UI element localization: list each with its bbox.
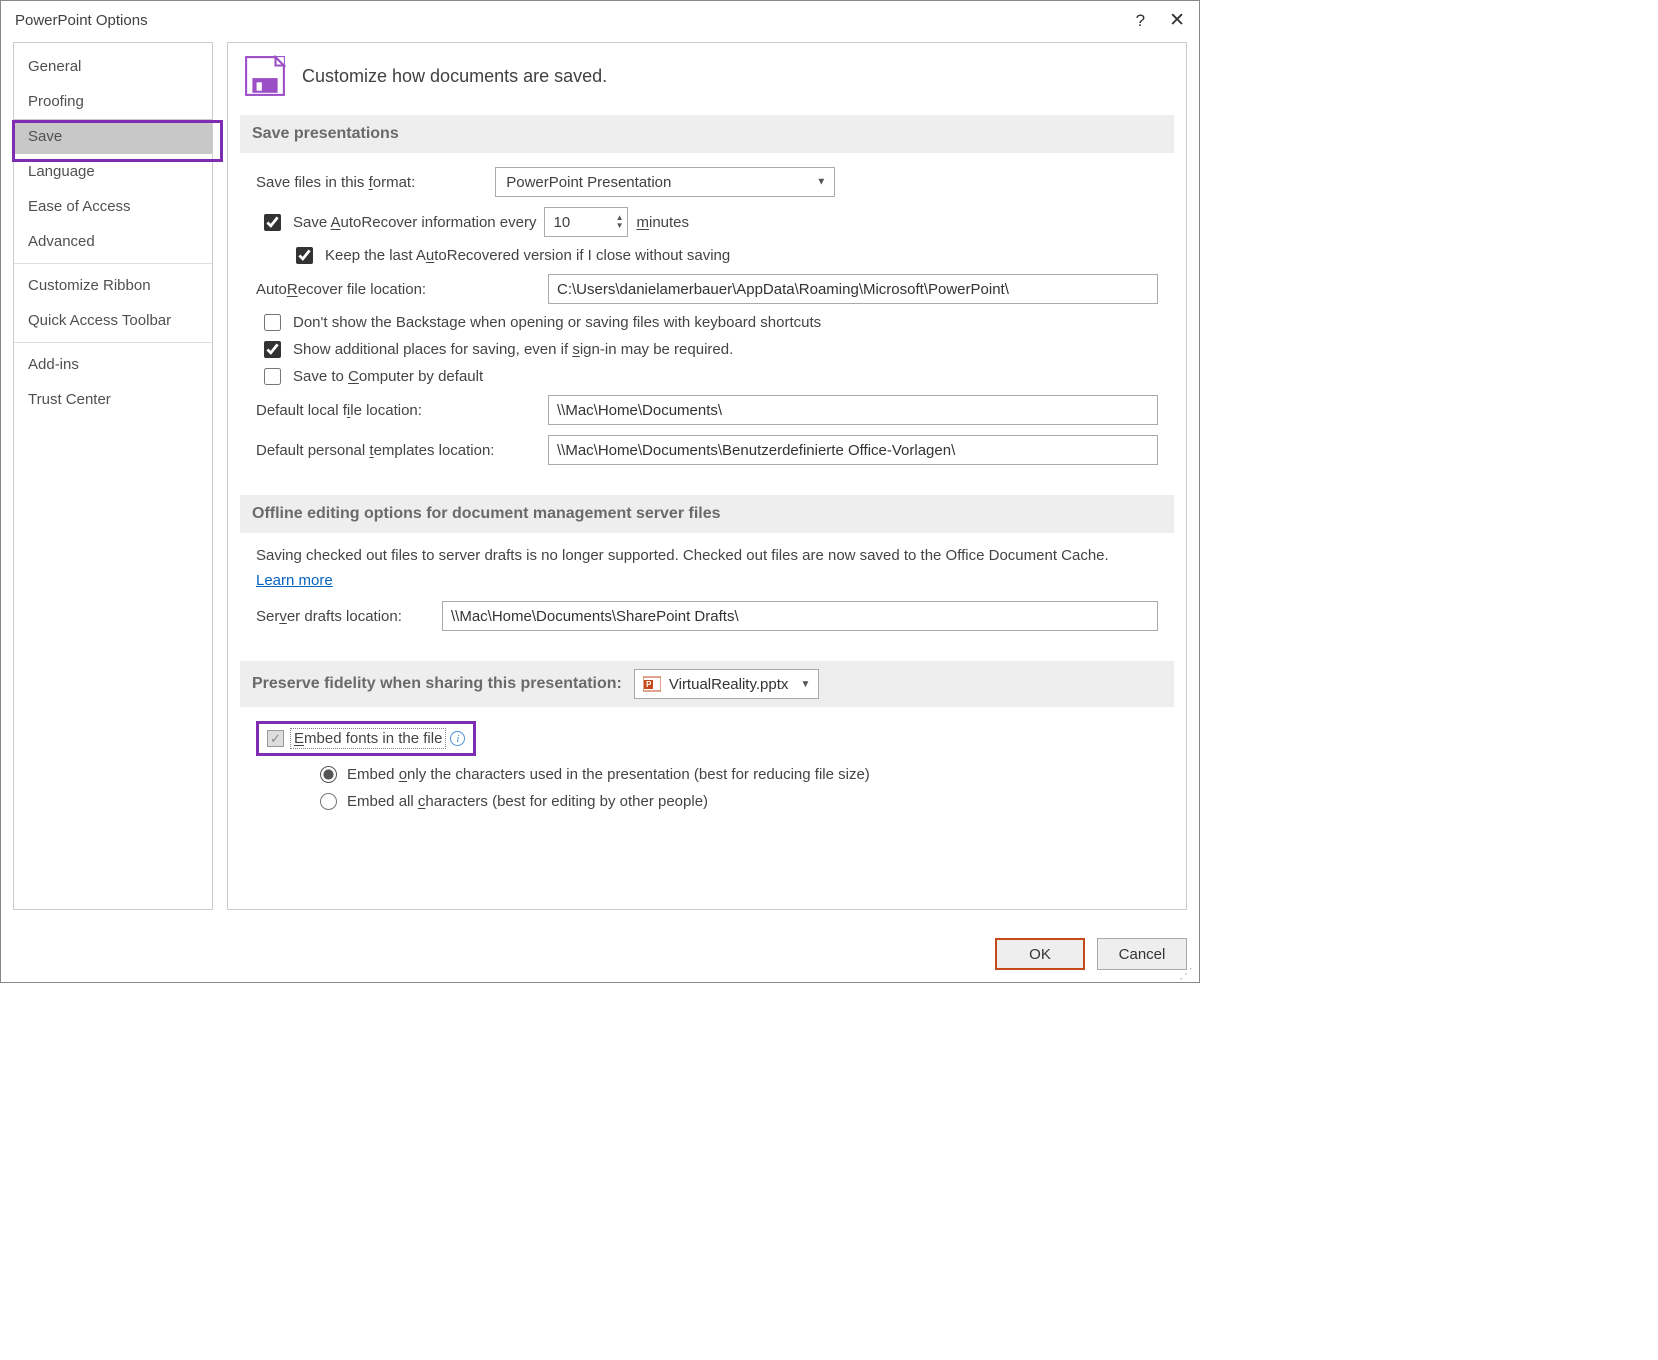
autorecover-checkbox[interactable]: [264, 214, 281, 231]
content-pane: Customize how documents are saved. Save …: [227, 42, 1187, 910]
format-label: Save files in this format:: [256, 174, 415, 191]
chevron-down-icon: ▼: [816, 177, 826, 188]
spinner-icon[interactable]: ▲▼: [616, 214, 624, 230]
keep-last-label: Keep the last AutoRecovered version if I…: [325, 247, 730, 264]
page-header: Customize how documents are saved.: [302, 66, 607, 87]
embed-fonts-label: Embed fonts in the file: [292, 730, 444, 747]
sidebar-item-save[interactable]: Save: [14, 119, 212, 154]
sidebar-item-qat[interactable]: Quick Access Toolbar: [14, 303, 212, 338]
server-drafts-input[interactable]: [442, 601, 1158, 631]
save-to-computer-checkbox[interactable]: [264, 368, 281, 385]
sidebar-item-advanced[interactable]: Advanced: [14, 224, 212, 259]
default-templates-location-input[interactable]: [548, 435, 1158, 465]
sidebar-item-proofing[interactable]: Proofing: [14, 84, 212, 119]
offline-paragraph: Saving checked out files to server draft…: [256, 547, 1158, 564]
highlight-embed-fonts: ✓ Embed fonts in the file i: [256, 721, 476, 756]
dialog-title: PowerPoint Options: [15, 12, 148, 29]
sidebar: General Proofing Save Language Ease of A…: [13, 42, 213, 910]
file-format-value: PowerPoint Presentation: [506, 174, 671, 191]
save-disk-icon: [244, 55, 286, 97]
autorecover-location-label: AutoRecover file location:: [256, 281, 538, 298]
dont-show-backstage-checkbox[interactable]: [264, 314, 281, 331]
file-format-dropdown[interactable]: PowerPoint Presentation ▼: [495, 167, 835, 197]
sidebar-item-general[interactable]: General: [14, 49, 212, 84]
embed-all-characters-radio[interactable]: [320, 793, 337, 810]
ok-button[interactable]: OK: [995, 938, 1085, 970]
powerpoint-file-icon: P: [643, 675, 661, 693]
default-local-location-input[interactable]: [548, 395, 1158, 425]
autorecover-minutes-input[interactable]: 10 ▲▼: [544, 207, 628, 237]
resize-grip-icon[interactable]: ⋰: [1179, 968, 1195, 978]
dialog-footer: OK Cancel: [1, 922, 1199, 982]
sidebar-item-ease-of-access[interactable]: Ease of Access: [14, 189, 212, 224]
autorecover-location-input[interactable]: [548, 274, 1158, 304]
minutes-label: minutes: [636, 214, 689, 231]
cancel-button[interactable]: Cancel: [1097, 938, 1187, 970]
presentation-file-dropdown[interactable]: P VirtualReality.pptx ▼: [634, 669, 820, 699]
learn-more-link[interactable]: Learn more: [256, 572, 333, 589]
svg-text:P: P: [646, 680, 652, 689]
chevron-down-icon: ▼: [800, 679, 810, 690]
section-save-presentations: Save presentations: [240, 115, 1174, 153]
keep-last-autorecovered-checkbox[interactable]: [296, 247, 313, 264]
sidebar-item-language[interactable]: Language: [14, 154, 212, 189]
section-preserve-fidelity: Preserve fidelity when sharing this pres…: [240, 661, 1174, 707]
sidebar-item-customize-ribbon[interactable]: Customize Ribbon: [14, 268, 212, 303]
sidebar-item-trust-center[interactable]: Trust Center: [14, 382, 212, 417]
section-offline-editing: Offline editing options for document man…: [240, 495, 1174, 533]
embed-only-used-radio[interactable]: [320, 766, 337, 783]
help-icon[interactable]: ?: [1136, 11, 1145, 31]
embed-all-characters-label: Embed all characters (best for editing b…: [347, 793, 708, 810]
embed-fonts-checkbox[interactable]: ✓: [267, 730, 284, 747]
info-icon[interactable]: i: [450, 731, 465, 746]
sidebar-item-addins[interactable]: Add-ins: [14, 347, 212, 382]
close-icon[interactable]: ✕: [1169, 9, 1185, 32]
embed-only-used-label: Embed only the characters used in the pr…: [347, 766, 870, 783]
save-to-computer-label: Save to Computer by default: [293, 368, 483, 385]
title-bar: PowerPoint Options ? ✕: [1, 1, 1199, 42]
show-additional-places-label: Show additional places for saving, even …: [293, 341, 733, 358]
autorecover-label: Save AutoRecover information every: [293, 214, 536, 231]
show-additional-places-checkbox[interactable]: [264, 341, 281, 358]
options-dialog: PowerPoint Options ? ✕ General Proofing …: [0, 0, 1200, 983]
default-local-location-label: Default local file location:: [256, 402, 538, 419]
server-drafts-label: Server drafts location:: [256, 608, 432, 625]
default-templates-location-label: Default personal templates location:: [256, 442, 538, 459]
dont-show-backstage-label: Don't show the Backstage when opening or…: [293, 314, 821, 331]
